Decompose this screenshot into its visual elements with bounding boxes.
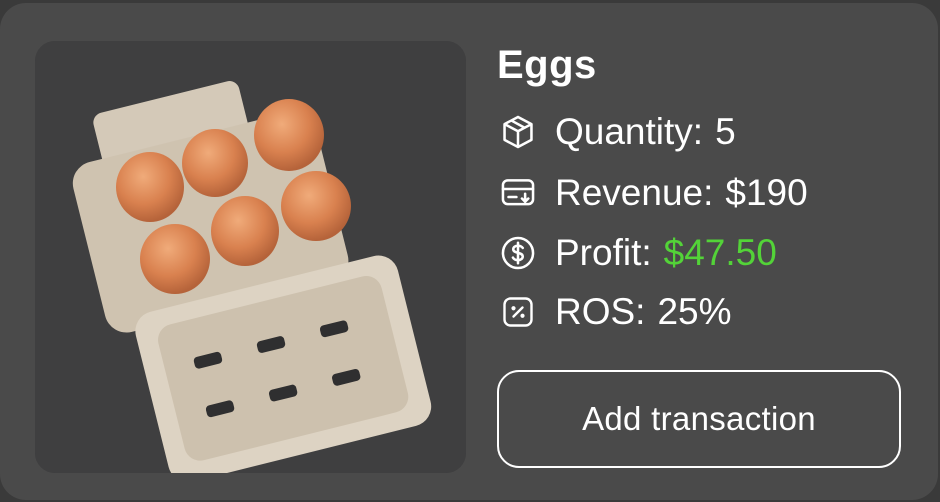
dollar-icon (497, 232, 539, 274)
revenue-label: Revenue: (555, 172, 714, 213)
quantity-value: 5 (715, 111, 736, 152)
revenue-value: $190 (725, 172, 808, 213)
stat-profit: Profit: $47.50 (497, 231, 777, 275)
stat-quantity: Quantity: 5 (497, 110, 736, 154)
card-icon (497, 172, 539, 214)
quantity-label: Quantity: (555, 111, 704, 152)
profit-label: Profit: (555, 232, 652, 273)
product-image (35, 41, 466, 473)
product-card: Eggs Quantity: 5 Revenue: $190 Profit: $… (0, 3, 938, 500)
product-title: Eggs (497, 43, 597, 87)
stat-ros: ROS: 25% (497, 290, 732, 334)
percent-icon (497, 291, 539, 333)
ros-label: ROS: (555, 291, 646, 332)
box-icon (497, 111, 539, 153)
ros-value: 25% (657, 291, 732, 332)
profit-value: $47.50 (663, 232, 777, 273)
stat-revenue: Revenue: $190 (497, 171, 808, 215)
add-transaction-button[interactable]: Add transaction (497, 370, 901, 468)
